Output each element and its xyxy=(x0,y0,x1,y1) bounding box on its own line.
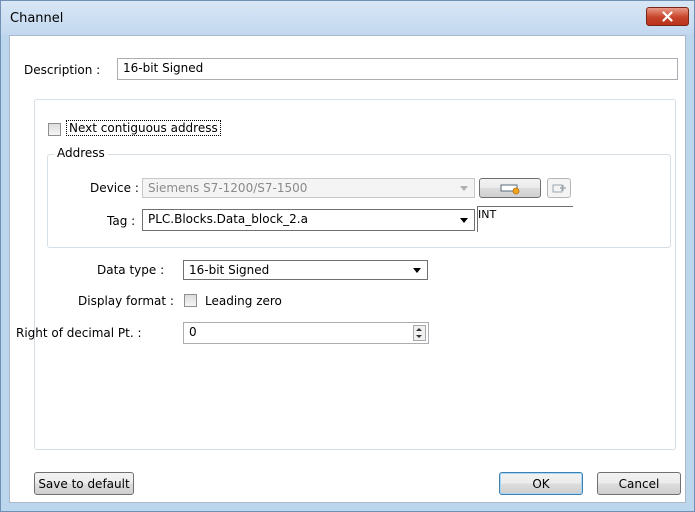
leading-zero-label: Leading zero xyxy=(205,294,282,308)
leading-zero-checkbox[interactable] xyxy=(184,294,197,307)
close-icon xyxy=(662,11,673,22)
tag-select[interactable]: PLC.Blocks.Data_block_2.a xyxy=(142,209,475,231)
device-select: Siemens S7-1200/S7-1500 xyxy=(142,178,475,198)
ok-button[interactable]: OK xyxy=(499,472,583,495)
device-label: Device : xyxy=(90,181,139,195)
description-input[interactable]: 16-bit Signed xyxy=(117,58,678,80)
add-device-icon xyxy=(552,184,566,192)
decimal-places-label: Right of decimal Pt. : xyxy=(16,326,142,340)
tag-label: Tag : xyxy=(107,214,136,228)
dialog-title: Channel xyxy=(10,11,64,26)
chevron-down-icon xyxy=(460,218,468,223)
decimal-places-input[interactable]: 0 xyxy=(183,322,429,344)
close-button[interactable] xyxy=(646,7,689,26)
data-type-label: Data type : xyxy=(97,263,165,277)
address-group-label: Address xyxy=(54,146,108,160)
description-label: Description : xyxy=(24,63,101,77)
cancel-button[interactable]: Cancel xyxy=(597,472,681,495)
device-settings-icon xyxy=(500,184,520,194)
spin-down-icon[interactable] xyxy=(416,335,422,338)
save-to-default-button[interactable]: Save to default xyxy=(34,472,134,495)
decimal-places-value: 0 xyxy=(189,325,197,339)
dialog-body: Description : 16-bit Signed Next contigu… xyxy=(9,35,686,503)
chevron-down-icon xyxy=(460,186,468,191)
device-settings-button[interactable] xyxy=(479,178,541,198)
chevron-down-icon xyxy=(413,268,421,273)
spin-up-icon[interactable] xyxy=(416,328,422,331)
address-group xyxy=(47,154,671,248)
display-format-label: Display format : xyxy=(78,294,174,308)
next-contiguous-address-checkbox[interactable] xyxy=(48,123,61,136)
tag-value: PLC.Blocks.Data_block_2.a xyxy=(148,212,308,226)
channel-dialog: Channel Description : 16-bit Signed Next… xyxy=(0,0,695,512)
add-device-button[interactable] xyxy=(547,178,571,198)
data-type-value: 16-bit Signed xyxy=(189,263,270,277)
tag-type-divider xyxy=(477,206,573,207)
decimal-spinner[interactable] xyxy=(413,325,426,341)
device-value: Siemens S7-1200/S7-1500 xyxy=(148,181,308,195)
tag-type: INT xyxy=(478,208,497,221)
next-contiguous-address-label: Next contiguous address xyxy=(66,120,221,136)
data-type-select[interactable]: 16-bit Signed xyxy=(183,260,428,280)
title-bar[interactable]: Channel xyxy=(1,1,694,35)
